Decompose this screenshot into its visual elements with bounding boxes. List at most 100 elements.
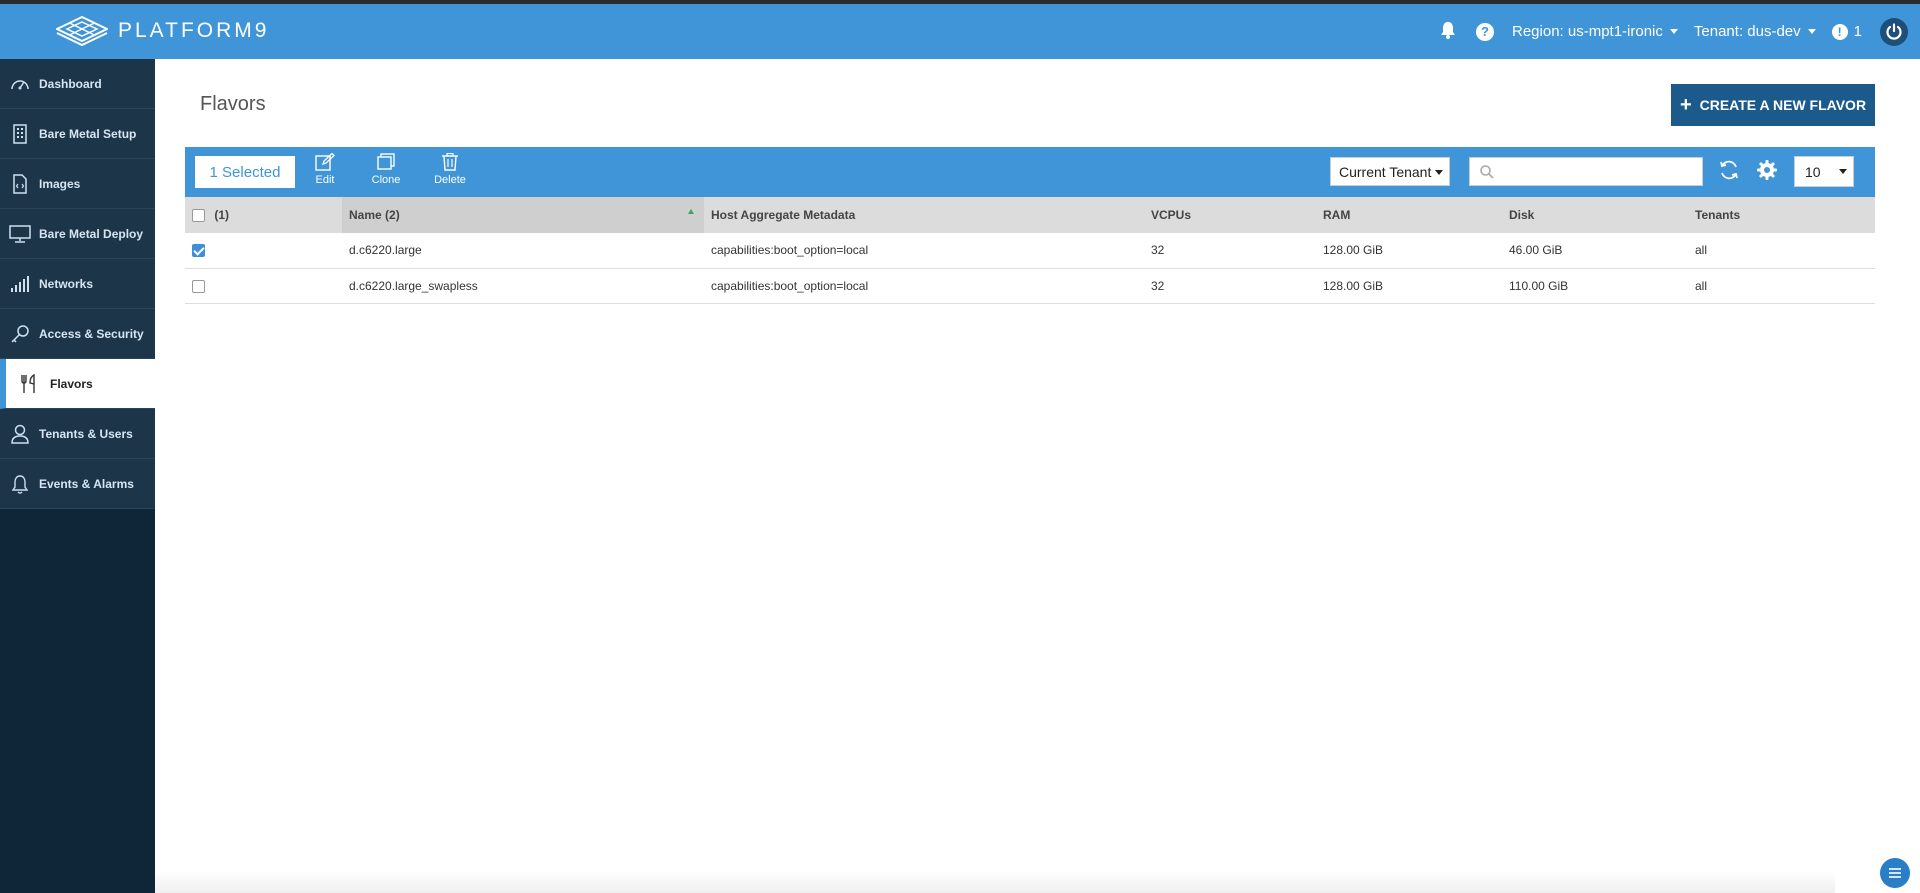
- power-icon: [1886, 22, 1902, 40]
- column-header-disk[interactable]: Disk: [1502, 197, 1688, 233]
- sidebar-item-dashboard[interactable]: Dashboard: [0, 59, 155, 109]
- cell-disk: 46.00 GiB: [1502, 233, 1688, 269]
- edit-icon: [315, 153, 335, 171]
- refresh-icon[interactable]: [1718, 159, 1740, 186]
- sidebar-item-label: Bare Metal Setup: [39, 126, 137, 141]
- cell-vcpus: 32: [1144, 268, 1316, 304]
- logo-text: PLATFORM9: [118, 19, 270, 42]
- selected-count-button[interactable]: 1 Selected: [195, 156, 295, 188]
- monitor-icon: [9, 223, 31, 245]
- sidebar-item-label: Tenants & Users: [39, 426, 133, 441]
- column-header-label: RAM: [1323, 208, 1351, 222]
- table-header-row: (1) Name (2) Host Aggregate Metadata VCP…: [185, 197, 1875, 233]
- column-header-name[interactable]: Name (2): [342, 197, 704, 233]
- building-icon: [9, 123, 31, 145]
- file-code-icon: [9, 173, 31, 195]
- column-header-metadata[interactable]: Host Aggregate Metadata: [704, 197, 1144, 233]
- sidebar-item-images[interactable]: Images: [0, 159, 155, 209]
- column-header-label: Disk: [1509, 208, 1535, 222]
- cell-tenants: all: [1688, 233, 1875, 269]
- platform9-logo[interactable]: PLATFORM9: [56, 16, 269, 46]
- chevron-down-icon: [1669, 29, 1678, 34]
- search-box[interactable]: [1469, 157, 1703, 186]
- notifications-bell-icon[interactable]: [1440, 21, 1456, 43]
- chevron-down-icon: [1435, 170, 1443, 175]
- menu-lines-icon: [1889, 868, 1901, 878]
- edit-button[interactable]: Edit: [300, 153, 350, 186]
- menu-fab-button[interactable]: [1880, 858, 1910, 888]
- bottom-shadow: [155, 870, 1835, 893]
- cell-metadata: capabilities:boot_option=local: [704, 233, 1144, 269]
- sidebar-item-access-security[interactable]: Access & Security: [0, 309, 155, 359]
- sidebar-item-bare-metal-setup[interactable]: Bare Metal Setup: [0, 109, 155, 159]
- sidebar-item-label: Networks: [39, 276, 94, 291]
- column-header-tenants[interactable]: Tenants: [1688, 197, 1875, 233]
- sidebar-item-label: Images: [39, 176, 81, 191]
- sidebar-item-label: Dashboard: [39, 76, 102, 91]
- sidebar-item-label: Bare Metal Deploy: [39, 226, 144, 241]
- tenant-filter-value: Current Tenant: [1339, 163, 1432, 180]
- cell-name: d.c6220.large: [342, 233, 704, 269]
- delete-label: Delete: [434, 174, 466, 186]
- row-checkbox[interactable]: [192, 279, 205, 293]
- chevron-down-icon: [1839, 169, 1847, 174]
- sidebar: Dashboard Bare Metal Setup Images Bare M…: [0, 59, 155, 893]
- bell-icon: [9, 473, 31, 495]
- cell-name: d.c6220.large_swapless: [342, 268, 704, 304]
- search-input[interactable]: [1500, 163, 1690, 180]
- edit-label: Edit: [315, 174, 335, 186]
- sidebar-item-label: Events & Alarms: [39, 476, 134, 491]
- sort-ascending-icon: [688, 209, 694, 214]
- help-icon[interactable]: ?: [1476, 22, 1494, 41]
- page-size-select[interactable]: 10: [1794, 156, 1854, 187]
- create-flavor-label: CREATE A NEW FLAVOR: [1699, 97, 1867, 113]
- logout-power-button[interactable]: [1880, 17, 1908, 46]
- tenant-filter-select[interactable]: Current Tenant: [1330, 157, 1450, 186]
- sidebar-item-label: Flavors: [50, 376, 93, 391]
- select-all-header: (1): [185, 197, 342, 233]
- utensils-icon: [18, 373, 40, 395]
- sidebar-item-tenants-users[interactable]: Tenants & Users: [0, 409, 155, 459]
- table-row[interactable]: d.c6220.large capabilities:boot_option=l…: [185, 233, 1875, 269]
- key-icon: [9, 323, 31, 345]
- region-dropdown[interactable]: Region: us-mpt1-ironic: [1512, 23, 1678, 40]
- platform9-logo-icon: [56, 16, 108, 46]
- column-header-label: Host Aggregate Metadata: [711, 208, 856, 222]
- sidebar-item-networks[interactable]: Networks: [0, 259, 155, 309]
- page-size-value: 10: [1805, 163, 1821, 180]
- cell-ram: 128.00 GiB: [1316, 233, 1502, 269]
- sidebar-item-events-alarms[interactable]: Events & Alarms: [0, 459, 155, 509]
- plus-icon: +: [1679, 94, 1692, 116]
- alert-count: 1: [1853, 23, 1862, 40]
- table-toolbar: 1 Selected Edit Clone Delete Current Ten…: [185, 147, 1875, 197]
- trash-icon: [442, 153, 458, 171]
- sidebar-item-label: Access & Security: [39, 326, 144, 341]
- user-icon: [9, 423, 31, 445]
- table-row[interactable]: d.c6220.large_swapless capabilities:boot…: [185, 268, 1875, 304]
- delete-button[interactable]: Delete: [425, 153, 475, 186]
- column-header-vcpus[interactable]: VCPUs: [1144, 197, 1316, 233]
- page-title: Flavors: [200, 93, 266, 115]
- select-all-checkbox[interactable]: [192, 209, 205, 223]
- exclamation-icon: !: [1831, 23, 1848, 40]
- dashboard-icon: [9, 73, 31, 95]
- clone-button[interactable]: Clone: [361, 153, 411, 186]
- chevron-down-icon: [1807, 29, 1816, 34]
- sidebar-item-bare-metal-deploy[interactable]: Bare Metal Deploy: [0, 209, 155, 259]
- create-flavor-button[interactable]: + CREATE A NEW FLAVOR: [1671, 84, 1875, 126]
- row-select-cell: [185, 268, 342, 304]
- alerts-button[interactable]: ! 1: [1831, 23, 1862, 40]
- column-header-ram[interactable]: RAM: [1316, 197, 1502, 233]
- column-header-label: Tenants: [1695, 208, 1741, 222]
- row-checkbox[interactable]: [192, 244, 205, 258]
- sidebar-item-flavors[interactable]: Flavors: [0, 359, 155, 409]
- settings-gear-icon[interactable]: [1756, 159, 1778, 186]
- clone-icon: [377, 153, 395, 170]
- cell-ram: 128.00 GiB: [1316, 268, 1502, 304]
- column-header-label: Name (2): [349, 208, 400, 222]
- main-content: Flavors + CREATE A NEW FLAVOR 1 Selected…: [155, 59, 1920, 893]
- cell-disk: 110.00 GiB: [1502, 268, 1688, 304]
- header-actions: ? Region: us-mpt1-ironic Tenant: dus-dev…: [1440, 4, 1920, 59]
- tenant-dropdown[interactable]: Tenant: dus-dev: [1694, 23, 1816, 40]
- tenant-label: Tenant: dus-dev: [1693, 23, 1801, 40]
